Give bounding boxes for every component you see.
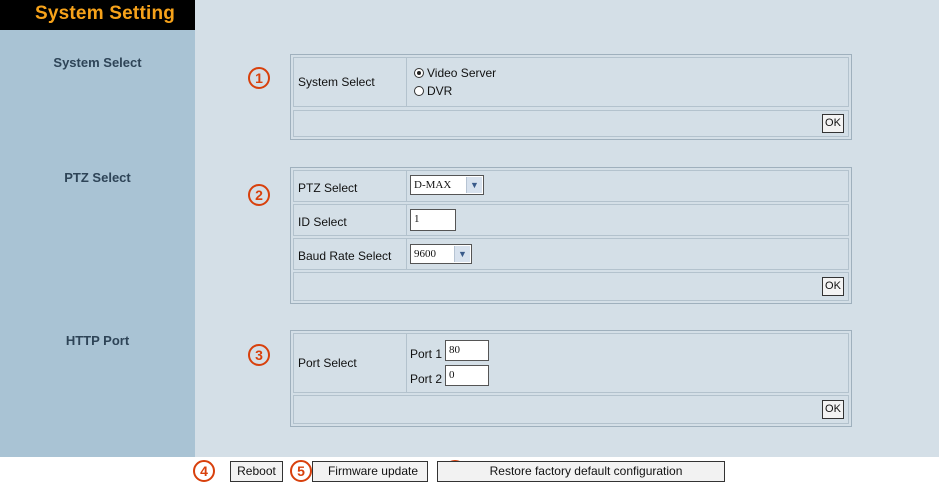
marker-5: 5 <box>290 460 312 482</box>
radio-unchecked-icon <box>414 86 424 96</box>
reboot-button[interactable]: Reboot <box>230 461 283 482</box>
sidebar: System Select PTZ Select HTTP Port <box>0 30 195 457</box>
marker-2: 2 <box>248 184 270 206</box>
port-select-row: Port Select Port 1 80 Port 2 0 <box>293 333 849 393</box>
id-select-row: ID Select 1 <box>293 204 849 236</box>
http-port-ok-button[interactable]: OK <box>822 400 844 419</box>
port2-label: Port 2 <box>410 372 443 386</box>
id-select-input[interactable]: 1 <box>410 209 456 231</box>
system-select-panel: System Select Video Server DVR OK <box>290 54 852 140</box>
port2-input[interactable]: 0 <box>445 365 489 386</box>
radio-dvr[interactable]: DVR <box>414 84 452 98</box>
http-port-panel: Port Select Port 1 80 Port 2 0 OK <box>290 330 852 427</box>
port1-input[interactable]: 80 <box>445 340 489 361</box>
firmware-update-button[interactable]: Firmware update <box>312 461 428 482</box>
port1-label: Port 1 <box>410 347 443 361</box>
restore-factory-default-button[interactable]: Restore factory default configuration <box>437 461 725 482</box>
system-select-label: System Select <box>298 75 375 89</box>
baud-rate-label: Baud Rate Select <box>298 249 392 263</box>
marker-1: 1 <box>248 67 270 89</box>
sidebar-label-http-port: HTTP Port <box>65 333 130 348</box>
radio-dvr-label: DVR <box>427 84 453 98</box>
id-select-label: ID Select <box>298 215 347 229</box>
radio-checked-icon <box>414 68 424 78</box>
radio-video-server-label: Video Server <box>427 66 497 80</box>
page-title: System Setting <box>35 3 176 24</box>
radio-video-server[interactable]: Video Server <box>414 66 496 80</box>
ptz-action-row: OK <box>293 272 849 301</box>
ptz-panel: PTZ Select D-MAX ▼ ID Select 1 Baud Rate… <box>290 167 852 304</box>
title-bar: System Setting <box>0 0 195 30</box>
row-divider <box>406 58 407 106</box>
system-select-ok-button[interactable]: OK <box>822 114 844 133</box>
marker-4: 4 <box>193 460 215 482</box>
row-divider <box>406 171 407 201</box>
chevron-down-icon: ▼ <box>454 246 470 262</box>
http-port-action-row: OK <box>293 395 849 424</box>
ptz-select-row: PTZ Select D-MAX ▼ <box>293 170 849 202</box>
row-divider <box>406 205 407 235</box>
baud-rate-value: 9600 <box>414 248 436 260</box>
baud-rate-dropdown[interactable]: 9600 ▼ <box>410 244 472 264</box>
ptz-ok-button[interactable]: OK <box>822 277 844 296</box>
port-select-label: Port Select <box>298 356 357 370</box>
chevron-down-icon: ▼ <box>466 177 482 193</box>
system-select-action-row: OK <box>293 110 849 137</box>
ptz-select-label: PTZ Select <box>298 181 358 195</box>
ptz-select-dropdown[interactable]: D-MAX ▼ <box>410 175 484 195</box>
ptz-select-value: D-MAX <box>414 179 452 191</box>
marker-3: 3 <box>248 344 270 366</box>
sidebar-label-ptz-select: PTZ Select <box>64 170 131 185</box>
sidebar-label-system-select: System Select <box>53 55 142 70</box>
system-select-row: System Select Video Server DVR <box>293 57 849 107</box>
row-divider <box>406 239 407 269</box>
baud-rate-row: Baud Rate Select 9600 ▼ <box>293 238 849 270</box>
row-divider <box>406 334 407 392</box>
